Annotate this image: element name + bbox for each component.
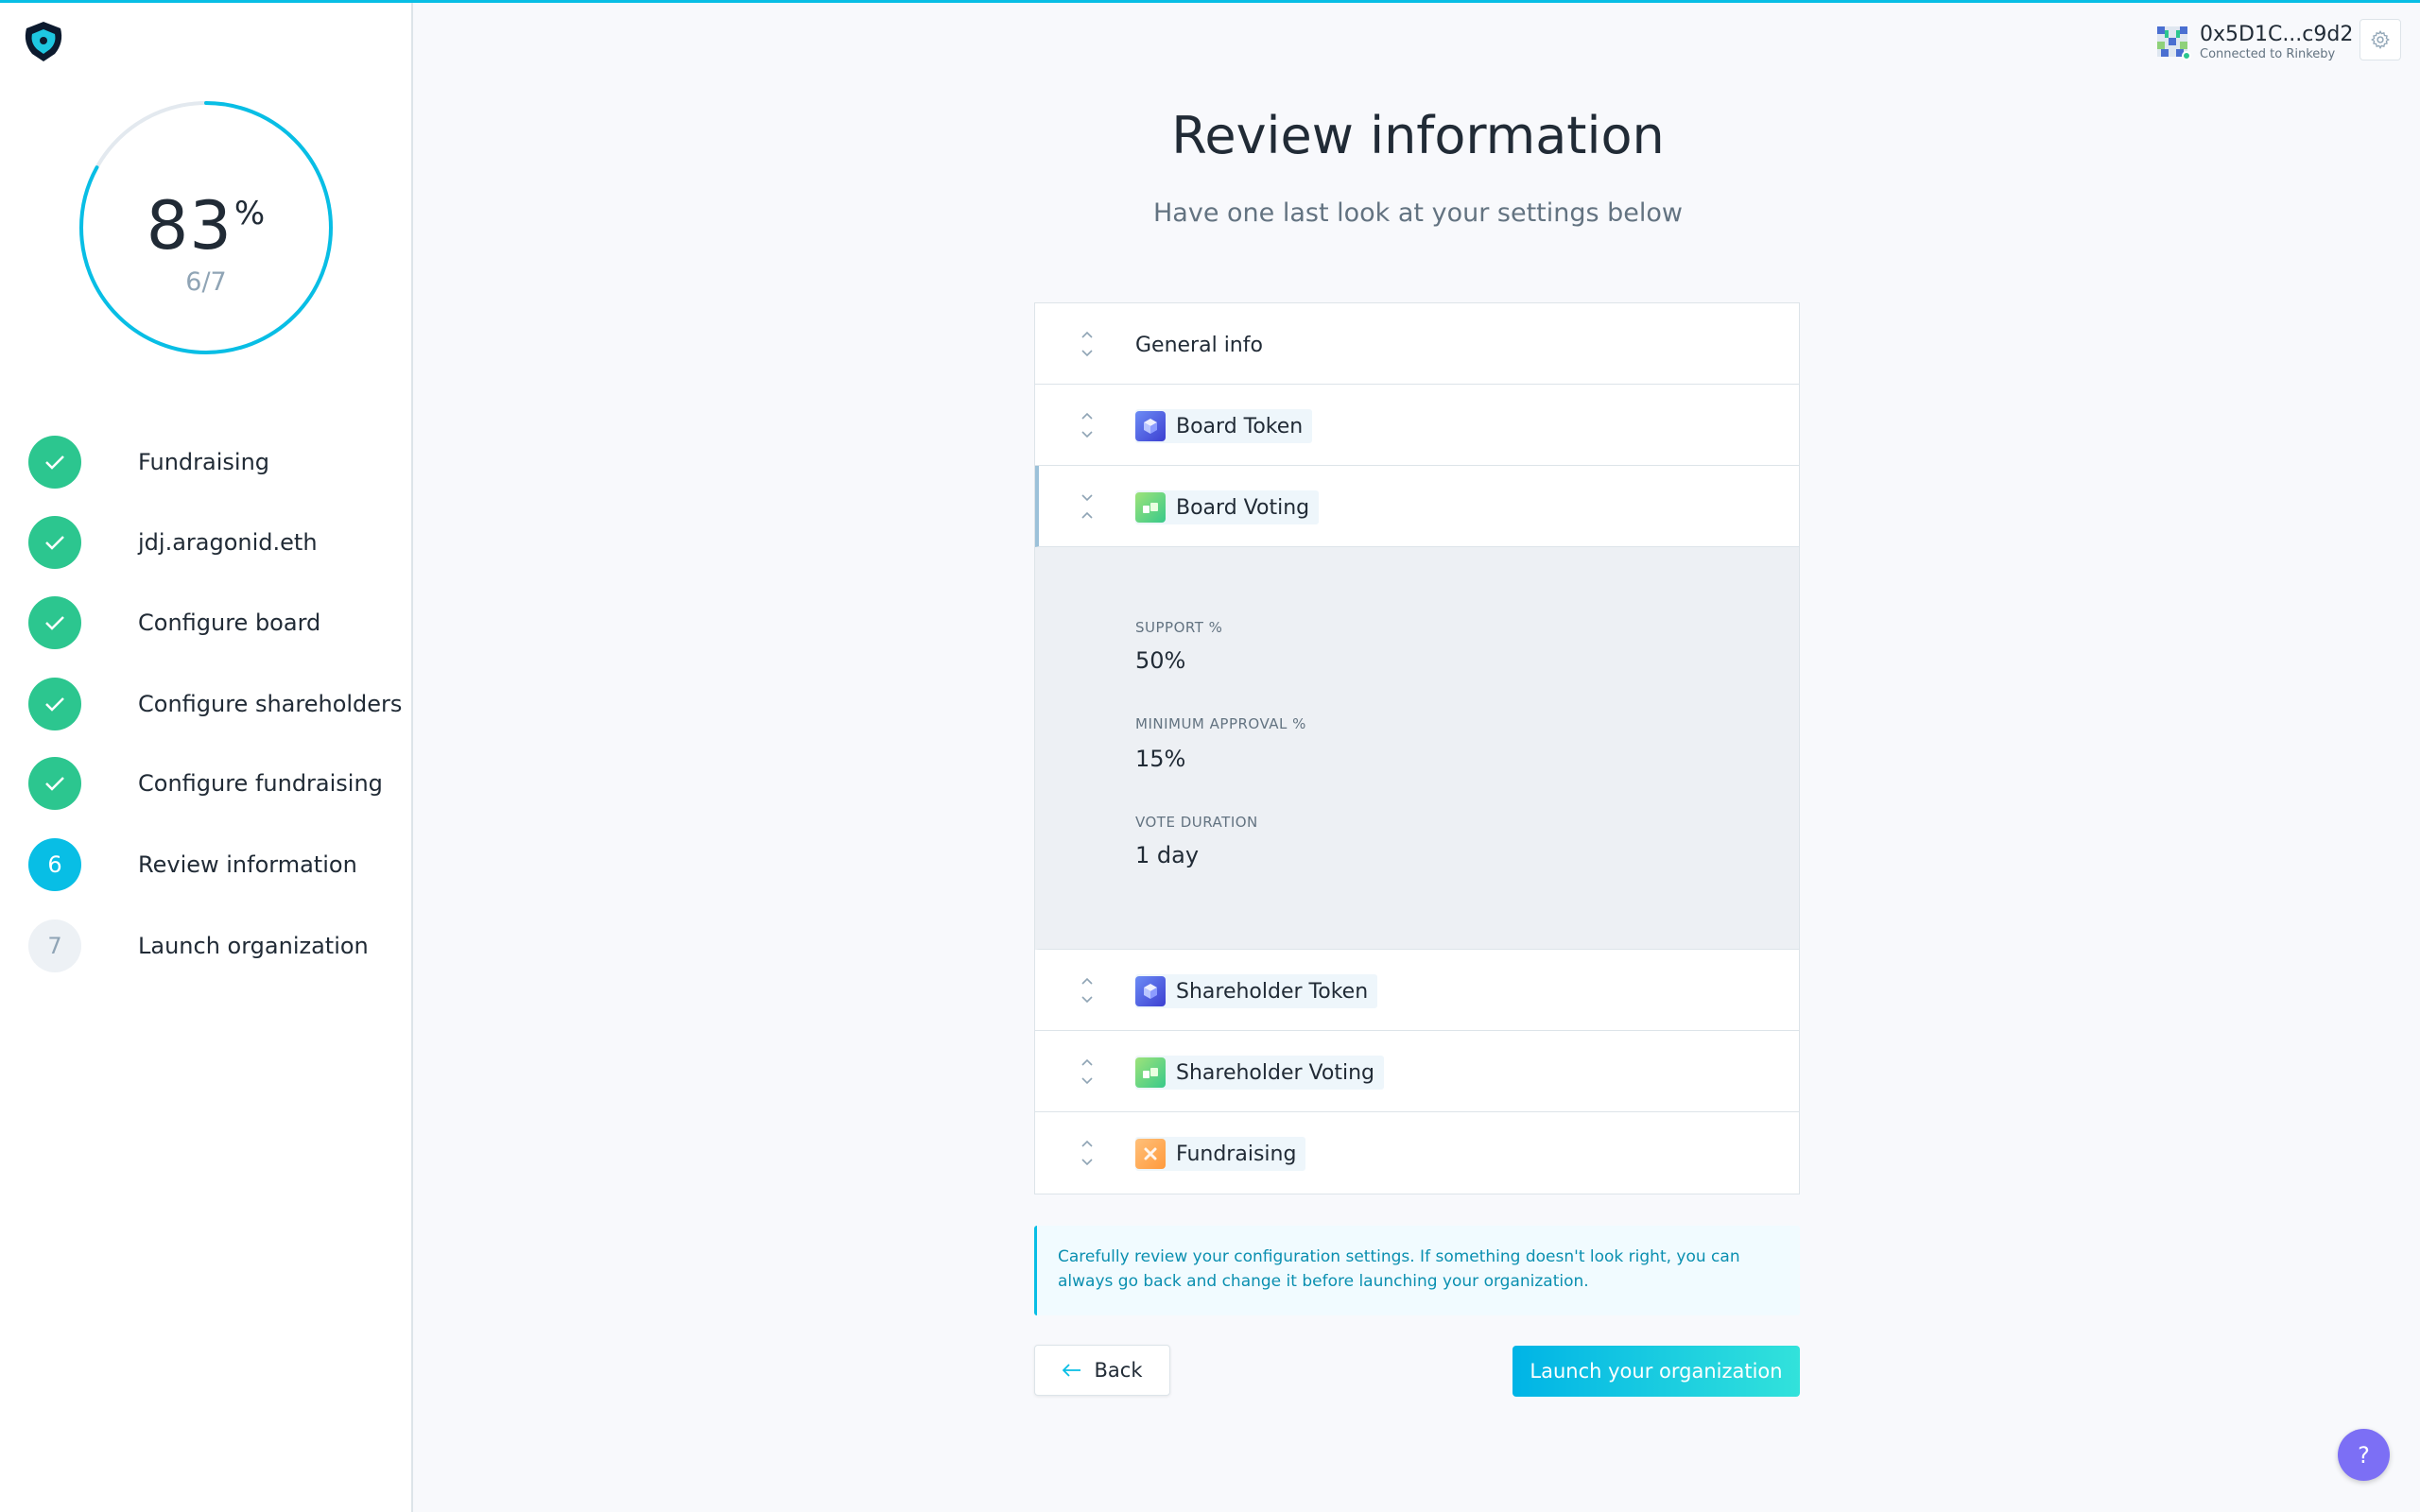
help-button[interactable]: ? bbox=[2338, 1429, 2390, 1481]
section-tag: Fundraising bbox=[1135, 1137, 1306, 1171]
page-title: Review information bbox=[1171, 106, 1665, 165]
step-label: jdj.aragonid.eth bbox=[138, 529, 318, 556]
step-configure-fundraising: Configure fundraising bbox=[28, 757, 406, 810]
step-number-badge: 7 bbox=[28, 919, 81, 972]
progress-percentage: 83% bbox=[76, 187, 337, 265]
section-tag: Board Token bbox=[1135, 409, 1313, 443]
token-cube-icon bbox=[1135, 976, 1166, 1006]
step-label: Launch organization bbox=[138, 933, 369, 959]
gear-icon bbox=[2371, 29, 2390, 50]
sidebar: 83% 6/7 Fundraising jdj.aragonid.eth Con… bbox=[0, 3, 413, 1512]
duration-label: VOTE DURATION bbox=[1135, 814, 1258, 831]
aragon-logo-icon bbox=[25, 22, 62, 61]
support-value: 50% bbox=[1135, 647, 1186, 674]
page-subtitle: Have one last look at your settings belo… bbox=[1153, 198, 1683, 228]
accordion-row-general-info[interactable]: General info bbox=[1035, 303, 1799, 385]
step-label: Configure fundraising bbox=[138, 770, 383, 797]
settings-button[interactable] bbox=[2360, 19, 2401, 60]
back-button[interactable]: Back bbox=[1034, 1345, 1170, 1396]
step-fundraising: Fundraising bbox=[28, 436, 406, 489]
accordion-row-shareholder-token[interactable]: Shareholder Token bbox=[1035, 950, 1799, 1031]
section-label: Shareholder Voting bbox=[1176, 1060, 1374, 1085]
accordion-row-board-token[interactable]: Board Token bbox=[1035, 385, 1799, 466]
section-tag: Shareholder Token bbox=[1135, 974, 1378, 1008]
expand-toggle-icon[interactable] bbox=[1075, 972, 1099, 1008]
step-launch-organization: 7 Launch organization bbox=[28, 919, 406, 972]
online-status-dot bbox=[2182, 51, 2191, 60]
fundraising-icon bbox=[1135, 1139, 1166, 1169]
section-tag: Shareholder Voting bbox=[1135, 1056, 1384, 1090]
accordion-row-shareholder-voting[interactable]: Shareholder Voting bbox=[1035, 1031, 1799, 1112]
step-label: Review information bbox=[138, 851, 357, 878]
section-tag: General info bbox=[1135, 328, 1272, 362]
info-notice: Carefully review your configuration sett… bbox=[1034, 1226, 1800, 1315]
section-label: Fundraising bbox=[1176, 1142, 1297, 1166]
progress-step-count: 6/7 bbox=[185, 267, 227, 297]
arrow-left-icon bbox=[1062, 1364, 1080, 1377]
progress-number: 83 bbox=[146, 187, 233, 265]
collapse-toggle-icon[interactable] bbox=[1075, 489, 1099, 524]
accordion-row-board-voting[interactable]: Board Voting bbox=[1035, 466, 1799, 547]
launch-button-label: Launch your organization bbox=[1530, 1360, 1783, 1383]
section-label: Board Voting bbox=[1176, 495, 1310, 520]
support-label: SUPPORT % bbox=[1135, 619, 1223, 636]
step-aragon-id: jdj.aragonid.eth bbox=[28, 516, 406, 569]
back-button-label: Back bbox=[1094, 1359, 1143, 1382]
voting-thumbs-icon bbox=[1135, 1057, 1166, 1088]
token-cube-icon bbox=[1135, 411, 1166, 441]
step-check-icon bbox=[28, 596, 81, 649]
info-text: Carefully review your configuration sett… bbox=[1058, 1247, 1740, 1291]
launch-organization-button[interactable]: Launch your organization bbox=[1512, 1346, 1800, 1397]
board-voting-details: SUPPORT % 50% MINIMUM APPROVAL % 15% VOT… bbox=[1035, 547, 1799, 950]
account-network: Connected to Rinkeby bbox=[2200, 47, 2336, 61]
section-tag: Board Voting bbox=[1135, 490, 1320, 524]
step-check-icon bbox=[28, 436, 81, 489]
approval-label: MINIMUM APPROVAL % bbox=[1135, 715, 1306, 732]
progress-percent-symbol: % bbox=[233, 195, 267, 232]
step-check-icon bbox=[28, 757, 81, 810]
expand-toggle-icon[interactable] bbox=[1075, 1054, 1099, 1090]
step-label: Fundraising bbox=[138, 449, 270, 475]
logo-strip bbox=[0, 3, 409, 78]
expand-toggle-icon[interactable] bbox=[1075, 407, 1099, 443]
step-check-icon bbox=[28, 516, 81, 569]
step-configure-board: Configure board bbox=[28, 596, 406, 649]
voting-thumbs-icon bbox=[1135, 492, 1166, 523]
section-label: General info bbox=[1135, 333, 1263, 357]
section-label: Board Token bbox=[1176, 414, 1304, 438]
account-badge[interactable]: 0x5D1C...c9d2 Connected to Rinkeby bbox=[2157, 21, 2353, 62]
review-accordion: General info Board Token Board Voting SU… bbox=[1034, 302, 1800, 1194]
expand-toggle-icon[interactable] bbox=[1075, 1135, 1099, 1171]
accordion-row-fundraising[interactable]: Fundraising bbox=[1035, 1112, 1799, 1194]
section-label: Shareholder Token bbox=[1176, 979, 1369, 1004]
step-configure-shareholders: Configure shareholders bbox=[28, 678, 406, 730]
step-check-icon bbox=[28, 678, 81, 730]
duration-value: 1 day bbox=[1135, 842, 1200, 868]
approval-value: 15% bbox=[1135, 746, 1186, 772]
expand-toggle-icon[interactable] bbox=[1075, 326, 1099, 362]
step-label: Configure board bbox=[138, 610, 321, 636]
step-number-badge: 6 bbox=[28, 838, 81, 891]
account-address: 0x5D1C...c9d2 bbox=[2200, 23, 2354, 46]
step-review-information: 6 Review information bbox=[28, 838, 406, 891]
step-label: Configure shareholders bbox=[138, 691, 403, 717]
